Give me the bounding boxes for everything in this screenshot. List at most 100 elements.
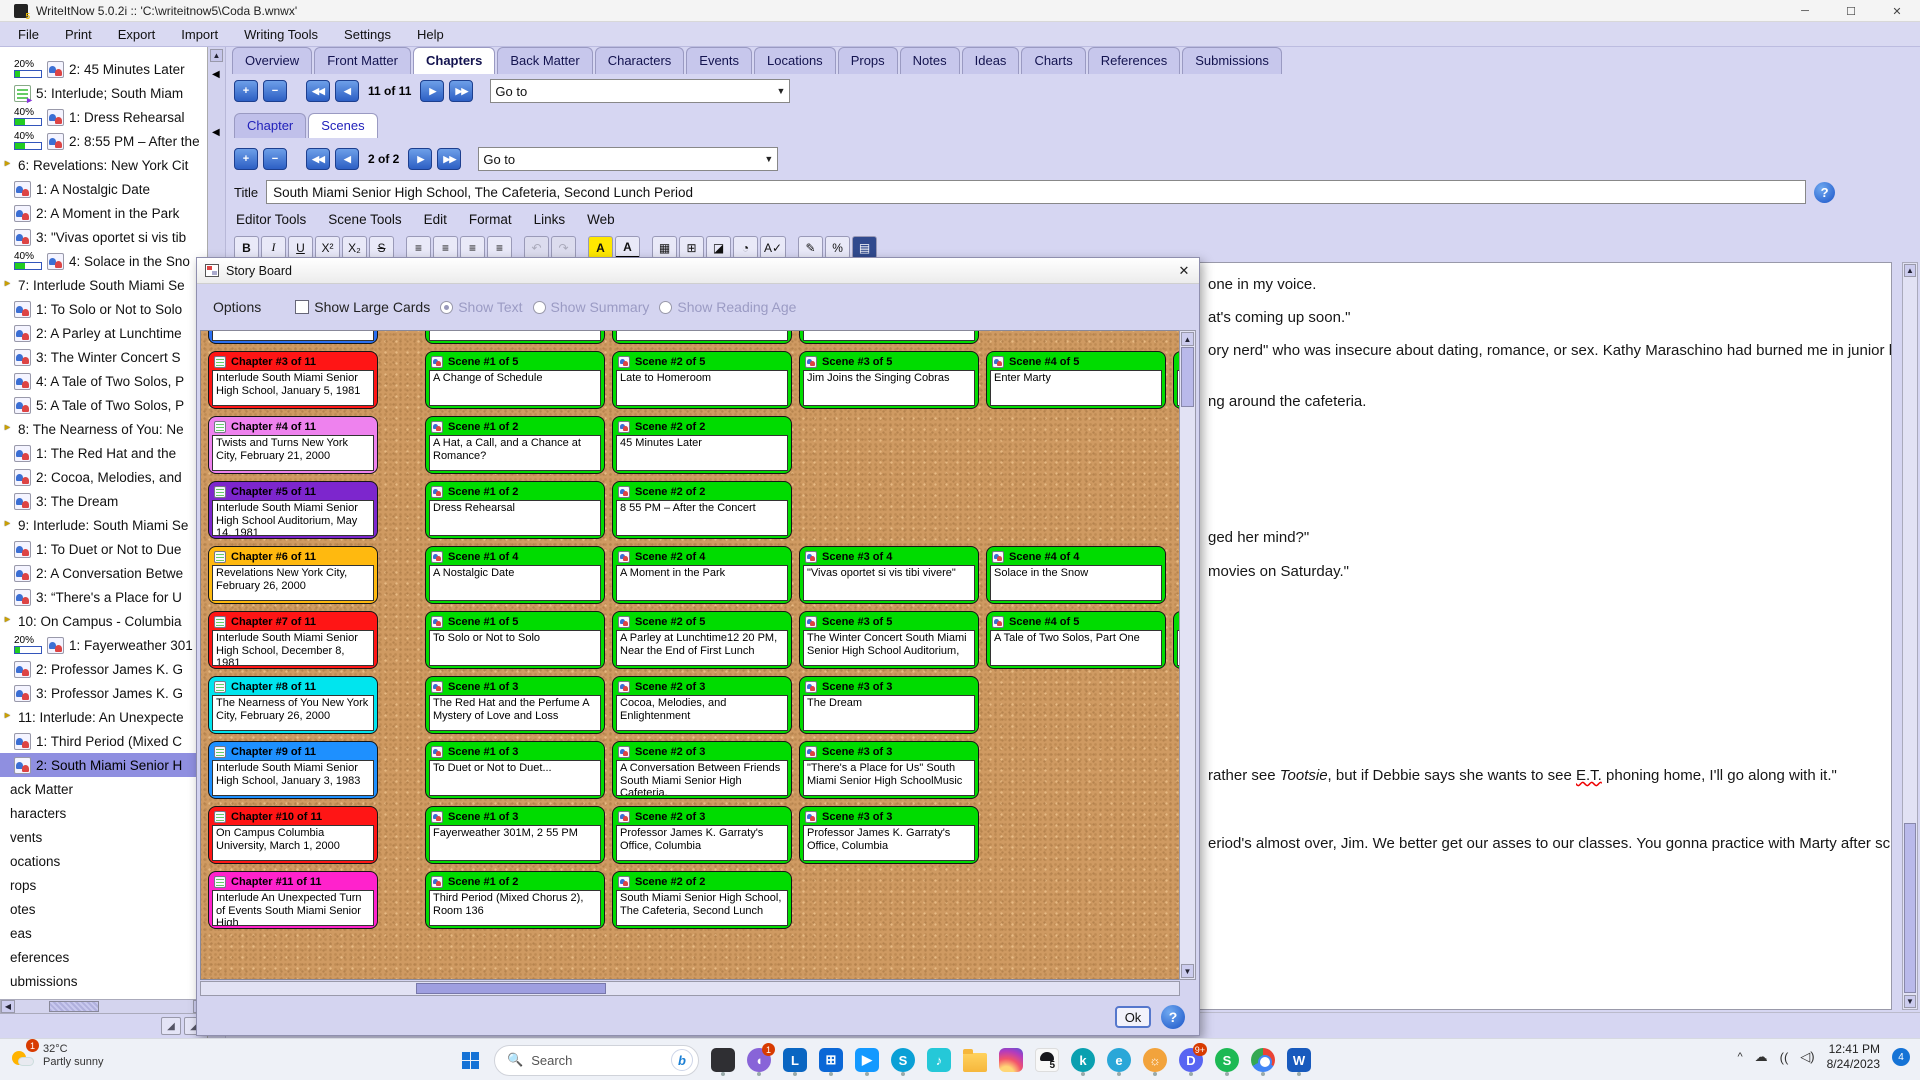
tab[interactable]: Charts [1021, 47, 1085, 74]
tree-item[interactable]: 4: A Tale of Two Solos, P [0, 369, 208, 393]
scene-card[interactable]: Scene #3 of 5 Jim Joins the Singing Cobr… [799, 351, 979, 409]
next-chapter-button[interactable]: ▶ [420, 80, 444, 102]
tab[interactable]: Notes [900, 47, 960, 74]
start-button[interactable] [455, 1045, 485, 1075]
redo[interactable]: ↷ [551, 236, 576, 259]
tab[interactable]: Overview [232, 47, 312, 74]
taskbar-search[interactable]: 🔍 Search b [494, 1045, 699, 1076]
tree-item[interactable]: 2: Cocoa, Melodies, and [0, 465, 208, 489]
tree-item[interactable]: 3: Professor James K. G [0, 681, 208, 705]
superscript[interactable]: X² [315, 236, 340, 259]
tree-item[interactable]: 1: The Red Hat and the [0, 441, 208, 465]
tree-item[interactable]: 40% 4: Solace in the Sno [0, 249, 208, 273]
scene-card[interactable]: Scene #2 of 2 45 Minutes Later [612, 416, 792, 474]
scene-card[interactable]: Scene #1 of 5 To Solo or Not to Solo [425, 611, 605, 669]
scene-card[interactable]: Scene #3 of 3 The Dream [799, 676, 979, 734]
strikethrough[interactable]: S [369, 236, 394, 259]
menu-item[interactable]: Export [118, 27, 156, 42]
chapter-card[interactable]: Chapter #8 of 11 The Nearness of You New… [208, 676, 378, 734]
tree-item[interactable]: ack Matter [0, 777, 208, 801]
notification-count-badge[interactable]: 4 [1892, 1048, 1910, 1066]
scroll-up-icon[interactable]: ▲ [1904, 264, 1916, 277]
menu-item[interactable]: File [18, 27, 39, 42]
tab[interactable]: Characters [595, 47, 685, 74]
clock[interactable]: 12:41 PM 8/24/2023 [1827, 1042, 1880, 1072]
storyboard[interactable]: ▤ [852, 236, 877, 259]
chapter-card[interactable]: Chapter #10 of 11 On Campus Columbia Uni… [208, 806, 378, 864]
scene-card[interactable]: Dance Yet" [612, 330, 792, 344]
scene-card[interactable]: Scene #2 of 5 Late to Homeroom [612, 351, 792, 409]
italic[interactable]: I [261, 236, 286, 259]
storyboard-horizontal-scrollbar[interactable] [200, 981, 1180, 996]
menu-item[interactable]: Help [417, 27, 444, 42]
scene-card[interactable]: Scene #4 of 4 Solace in the Snow [986, 546, 1166, 604]
tab[interactable]: Submissions [1182, 47, 1282, 74]
tree-item[interactable]: 2: A Parley at Lunchtime [0, 321, 208, 345]
goto-scene-dropdown[interactable]: Go to ▼ [478, 147, 778, 171]
bold[interactable]: B [234, 236, 259, 259]
tree-item[interactable]: vents [0, 825, 208, 849]
radio-icon[interactable] [533, 301, 546, 314]
goto-chapter-dropdown[interactable]: Go to ▼ [490, 79, 790, 103]
tab[interactable]: Events [686, 47, 752, 74]
chrome-icon[interactable] [1248, 1043, 1278, 1077]
scene-card[interactable]: Scene #1 of 3 The Red Hat and the Perfum… [425, 676, 605, 734]
tree-item[interactable]: 3: "Vivas oportet si vis tib [0, 225, 208, 249]
scene-card[interactable]: Scene #1 of 2 Dress Rehearsal [425, 481, 605, 539]
volume-icon[interactable]: ◁) [1800, 1049, 1814, 1065]
scene-card[interactable]: Scene #3 of 3 Professor James K. Garraty… [799, 806, 979, 864]
scene-card[interactable]: Scene #1 of 2 A Hat, a Call, and a Chanc… [425, 416, 605, 474]
scene-card[interactable]: Scene #2 of 4 A Moment in the Park [612, 546, 792, 604]
writeitnow-icon[interactable] [1032, 1043, 1062, 1077]
center-object[interactable]: ⊞ [679, 236, 704, 259]
checkbox-icon[interactable] [295, 300, 309, 314]
editor-menu-item[interactable]: Edit [424, 212, 447, 227]
chat-icon[interactable]: ◖ 1 [744, 1043, 774, 1077]
chapter-card[interactable]: Chapter #11 of 11 Interlude An Unexpecte… [208, 871, 378, 929]
file-explorer-icon[interactable] [960, 1043, 990, 1077]
tree-item[interactable]: 20% 2: 45 Minutes Later [0, 57, 208, 81]
kite-icon[interactable]: k [1068, 1043, 1098, 1077]
tree-item[interactable]: 40% 1: Dress Rehearsal [0, 105, 208, 129]
remove-chapter-button[interactable]: − [263, 80, 287, 102]
scene-card[interactable]: Scene #3 of 5 The Winter Concert South M… [799, 611, 979, 669]
help-button[interactable]: ? [1814, 182, 1835, 203]
tree-item[interactable]: 9: Interlude: South Miami Se [0, 513, 208, 537]
collapse-marker-icon[interactable]: ◀ [212, 69, 220, 80]
tree-item[interactable]: 1: To Duet or Not to Due [0, 537, 208, 561]
editor-menu-item[interactable]: Links [534, 212, 566, 227]
tab[interactable]: Chapters [413, 47, 495, 74]
prev-chapter-button[interactable]: ◀ [335, 80, 359, 102]
tab[interactable]: References [1088, 47, 1180, 74]
tree-item[interactable]: 1: To Solo or Not to Solo [0, 297, 208, 321]
radio-icon[interactable] [659, 301, 672, 314]
scene-card[interactable]: Scene #2 of 3 Cocoa, Melodies, and Enlig… [612, 676, 792, 734]
tree-item[interactable]: 11: Interlude: An Unexpecte [0, 705, 208, 729]
spell-check[interactable]: A✓ [760, 236, 786, 259]
first-chapter-button[interactable]: ◀◀ [306, 80, 330, 102]
scene-card[interactable]: Scene #2 of 2 8 55 PM – After the Concer… [612, 481, 792, 539]
chapter-card[interactable]: Chapter #5 of 11 Interlude South Miami S… [208, 481, 378, 539]
scroll-down-icon[interactable]: ▼ [1181, 964, 1194, 978]
editor-menu-item[interactable]: Format [469, 212, 512, 227]
menu-item[interactable]: Writing Tools [244, 27, 318, 42]
minimize-button[interactable]: ─ [1782, 0, 1828, 22]
scene-card[interactable]: Scene #4 of 5 Enter Marty [986, 351, 1166, 409]
align-right[interactable]: ≡ [460, 236, 485, 259]
tree-item[interactable]: 1: A Nostalgic Date [0, 177, 208, 201]
scene-card[interactable]: Scene #1 of 2 Third Period (Mixed Chorus… [425, 871, 605, 929]
chapter-card[interactable]: York City, February 18, 2000 [208, 330, 378, 344]
undo[interactable]: ↶ [524, 236, 549, 259]
next-scene-button[interactable]: ▶ [408, 148, 432, 170]
tab[interactable]: Ideas [962, 47, 1020, 74]
storyboard-vertical-scrollbar[interactable]: ▲ ▼ [1179, 330, 1196, 980]
linkedin-icon[interactable]: L [780, 1043, 810, 1077]
tree-item[interactable]: rops [0, 873, 208, 897]
tree-item[interactable]: 6: Revelations: New York Cit [0, 153, 208, 177]
highlight-color[interactable]: A [588, 236, 613, 259]
tree-item[interactable]: 20% 1: Fayerweather 301 [0, 633, 208, 657]
editor-vertical-scrollbar[interactable]: ▲ ▼ [1902, 262, 1918, 1010]
scene-card[interactable]: Scene #1 of 5 A Change of Schedule [425, 351, 605, 409]
scene-card[interactable]: Scene #4 of 5 A Tale of Two Solos, Part … [986, 611, 1166, 669]
first-scene-button[interactable]: ◀◀ [306, 148, 330, 170]
